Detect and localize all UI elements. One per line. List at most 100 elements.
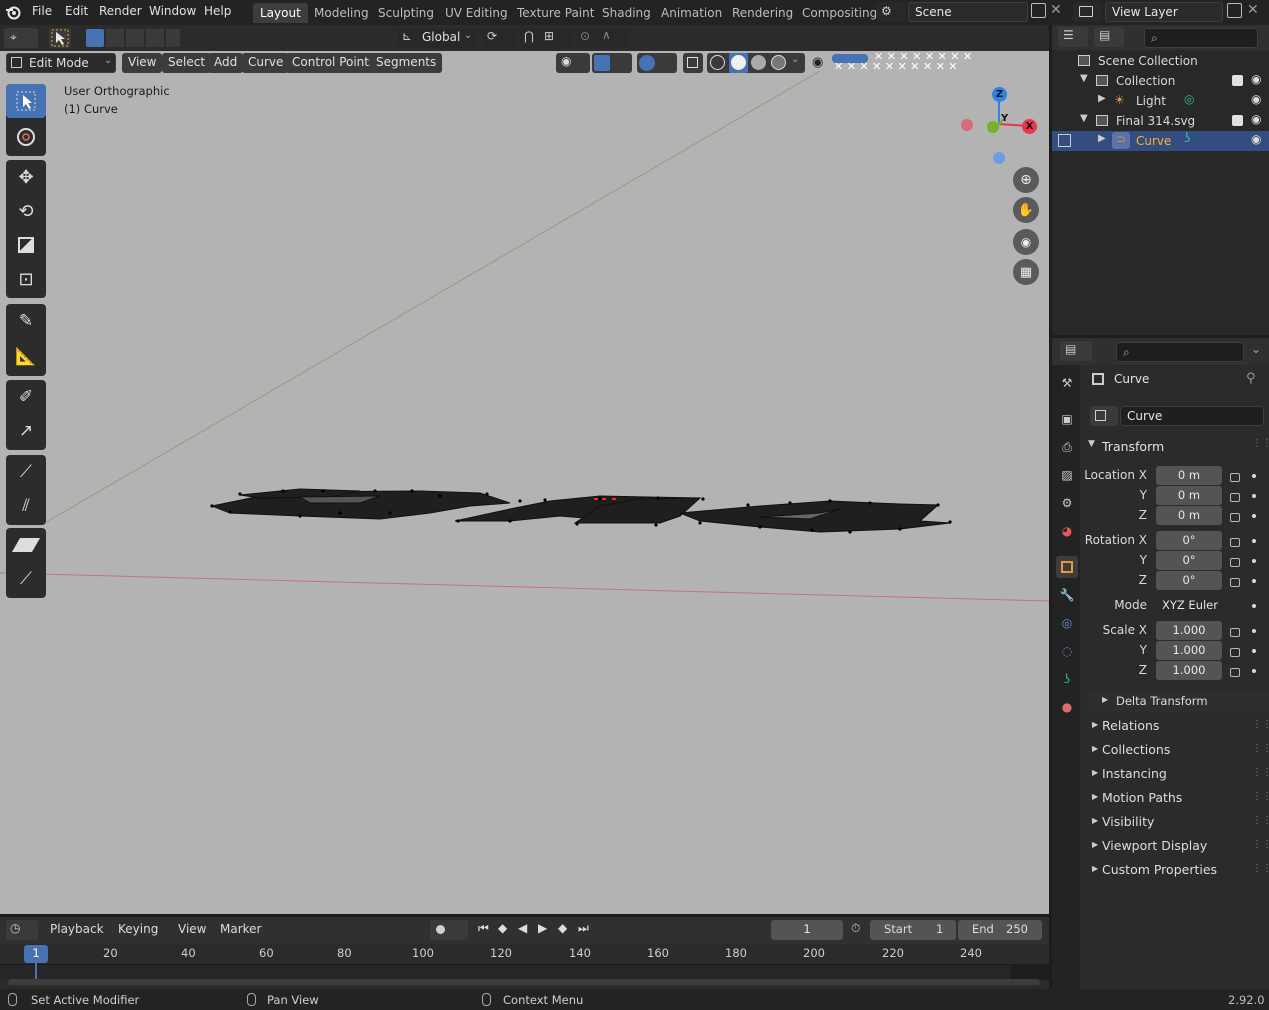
lock-icon[interactable] [1230, 493, 1240, 502]
outliner-row-light[interactable]: ▶ ☀ Light ◎ ◉ [1052, 91, 1269, 111]
pivot-point-dropdown[interactable]: ⟳ [482, 28, 516, 48]
select-extend-icon[interactable] [106, 29, 124, 47]
lock-icon[interactable] [1230, 648, 1240, 657]
pin-icon[interactable]: ⚲ [1246, 371, 1256, 386]
play-icon[interactable]: ▶ [538, 921, 547, 935]
tab-shading[interactable]: Shading [595, 3, 658, 23]
tab-modifiers[interactable]: 🔧 [1056, 584, 1078, 606]
move-tool[interactable]: ✥ [6, 160, 46, 194]
menu-control-points[interactable]: Control Points [286, 53, 382, 73]
transform-panel-header[interactable]: ▼ Transform ⋮⋮ [1080, 436, 1269, 458]
lock-icon[interactable] [1230, 513, 1240, 522]
copy-view-layer-icon[interactable] [1227, 3, 1242, 18]
material-shading-icon[interactable] [751, 55, 766, 70]
lock-icon[interactable] [1230, 473, 1240, 482]
scale-z-field[interactable]: 1.000 [1156, 661, 1222, 680]
keyframe-dot-icon[interactable] [1252, 539, 1256, 543]
select-box-tool-icon[interactable] [49, 28, 71, 48]
panel-viewport-display[interactable]: ▶ Viewport Display ⋮⋮ [1088, 834, 1269, 858]
radius-tool[interactable]: ⟋ [6, 455, 46, 489]
measure-tool[interactable]: 📐 [6, 340, 46, 374]
outliner-row-collection[interactable]: ▼ Collection ◉ [1052, 71, 1269, 91]
keyframe-dot-icon[interactable] [1252, 474, 1256, 478]
scale-x-field[interactable]: 1.000 [1156, 621, 1222, 640]
visibility-dropdown[interactable]: ◉ [556, 53, 590, 73]
playhead[interactable]: 1 [24, 945, 48, 963]
pan-button[interactable]: ✋ [1013, 197, 1039, 223]
tab-world[interactable]: ◕ [1056, 520, 1078, 542]
rotation-mode-dropdown[interactable]: XYZ Euler [1156, 596, 1224, 615]
select-box-tool[interactable] [6, 84, 46, 118]
drag-handle-icon[interactable]: ⋮⋮ [1252, 719, 1269, 730]
tab-physics[interactable]: ◌ [1056, 640, 1078, 662]
keyframe-dot-icon[interactable] [1252, 579, 1256, 583]
menu-segments[interactable]: Segments [370, 53, 443, 73]
menu-keying[interactable]: Keying [118, 922, 158, 936]
drag-handle-icon[interactable]: ⋮⋮ [1252, 863, 1269, 874]
drag-handle-icon[interactable]: ⋮⋮ [1252, 839, 1269, 850]
xray-toggle[interactable] [683, 53, 703, 73]
scale-tool[interactable] [6, 228, 46, 262]
next-keyframe-icon[interactable]: ◆ [558, 921, 567, 935]
rotate-tool[interactable]: ⟲ [6, 194, 46, 228]
menu-curve[interactable]: Curve [242, 53, 290, 73]
tab-texture-paint[interactable]: Texture Paint [510, 3, 601, 23]
tab-render[interactable]: ▣ [1056, 408, 1078, 430]
rotation-y-field[interactable]: 0° [1156, 551, 1222, 570]
editor-type-button[interactable]: ⌖ [4, 28, 38, 48]
blender-logo-icon[interactable] [5, 4, 21, 20]
menu-window[interactable]: Window [149, 4, 196, 18]
keyframe-dot-icon[interactable] [1252, 669, 1256, 673]
tab-curve-data[interactable]: ʖ [1056, 668, 1078, 690]
outliner-row-curve[interactable]: ▶ ⊃ Curve ʖ ◉ [1052, 131, 1269, 151]
extrude-curve-tool[interactable]: ↗ [6, 414, 46, 448]
navigation-gizmo[interactable]: Z X Y [955, 85, 1045, 165]
play-reverse-icon[interactable]: ◀ [518, 921, 527, 935]
timeline-editor-type-button[interactable]: ◷ [6, 920, 38, 940]
rotation-z-field[interactable]: 0° [1156, 571, 1222, 590]
camera-view-button[interactable]: ◉ [1013, 229, 1039, 255]
tab-rendering[interactable]: Rendering [725, 3, 800, 23]
checkbox-icon[interactable] [1232, 75, 1243, 86]
select-new-icon[interactable] [86, 29, 104, 47]
scale-y-field[interactable]: 1.000 [1156, 641, 1222, 660]
outliner-row-final-svg[interactable]: ▼ Final 314.svg ◉ [1052, 111, 1269, 131]
menu-help[interactable]: Help [204, 4, 231, 18]
tab-material[interactable]: ● [1056, 696, 1078, 718]
checkbox-icon[interactable] [1232, 115, 1243, 126]
menu-marker[interactable]: Marker [220, 922, 261, 936]
gizmo-toggle[interactable] [592, 53, 632, 73]
polyline-tool[interactable]: ⟋ [6, 562, 46, 596]
end-frame-field[interactable]: End 250 [958, 920, 1042, 940]
select-invert-icon[interactable] [146, 29, 164, 47]
tab-modeling[interactable]: Modeling [307, 3, 376, 23]
view-layer-field[interactable]: View Layer [1105, 2, 1223, 22]
tab-tool[interactable]: ⚒ [1056, 372, 1078, 394]
keyframe-dot-icon[interactable] [1252, 629, 1256, 633]
3d-viewport[interactable]: User Orthographic (1) Curve Z X Y ⊕ ✋ ◉ … [0, 51, 1049, 914]
tab-uv-editing[interactable]: UV Editing [438, 3, 515, 23]
gizmo-x[interactable]: X [1022, 119, 1037, 134]
menu-add[interactable]: Add [208, 53, 244, 73]
close-scene-icon[interactable]: ✕ [1050, 2, 1062, 18]
keyframe-dot-icon[interactable] [1252, 649, 1256, 653]
draw-curve-tool[interactable]: ✐ [6, 380, 46, 414]
tab-scene[interactable]: ⚙ [1056, 492, 1078, 514]
annotate-tool[interactable]: ✎ [6, 304, 46, 338]
tab-view-layer[interactable]: ▨ [1056, 464, 1078, 486]
datablock-name-field[interactable]: Curve [1120, 406, 1264, 426]
view-layer-selector-button[interactable] [1073, 2, 1103, 22]
transform-tool[interactable]: ⊡ [6, 262, 46, 296]
edit-mode-icon[interactable] [1058, 134, 1071, 147]
outliner-editor-type-button[interactable]: ☰ [1058, 27, 1088, 47]
menu-render[interactable]: Render [99, 4, 142, 18]
solid-shading-icon[interactable] [729, 53, 748, 73]
start-frame-field[interactable]: Start 1 [870, 920, 956, 940]
auto-keying-toggle[interactable] [430, 920, 468, 940]
tab-layout[interactable]: Layout [253, 3, 308, 23]
location-z-field[interactable]: 0 m [1156, 506, 1222, 525]
location-x-field[interactable]: 0 m [1156, 466, 1222, 485]
prev-keyframe-icon[interactable]: ◆ [498, 921, 507, 935]
display-mode-button[interactable]: ▤ [1094, 27, 1124, 47]
ortho-toggle-button[interactable]: ▦ [1013, 259, 1039, 285]
